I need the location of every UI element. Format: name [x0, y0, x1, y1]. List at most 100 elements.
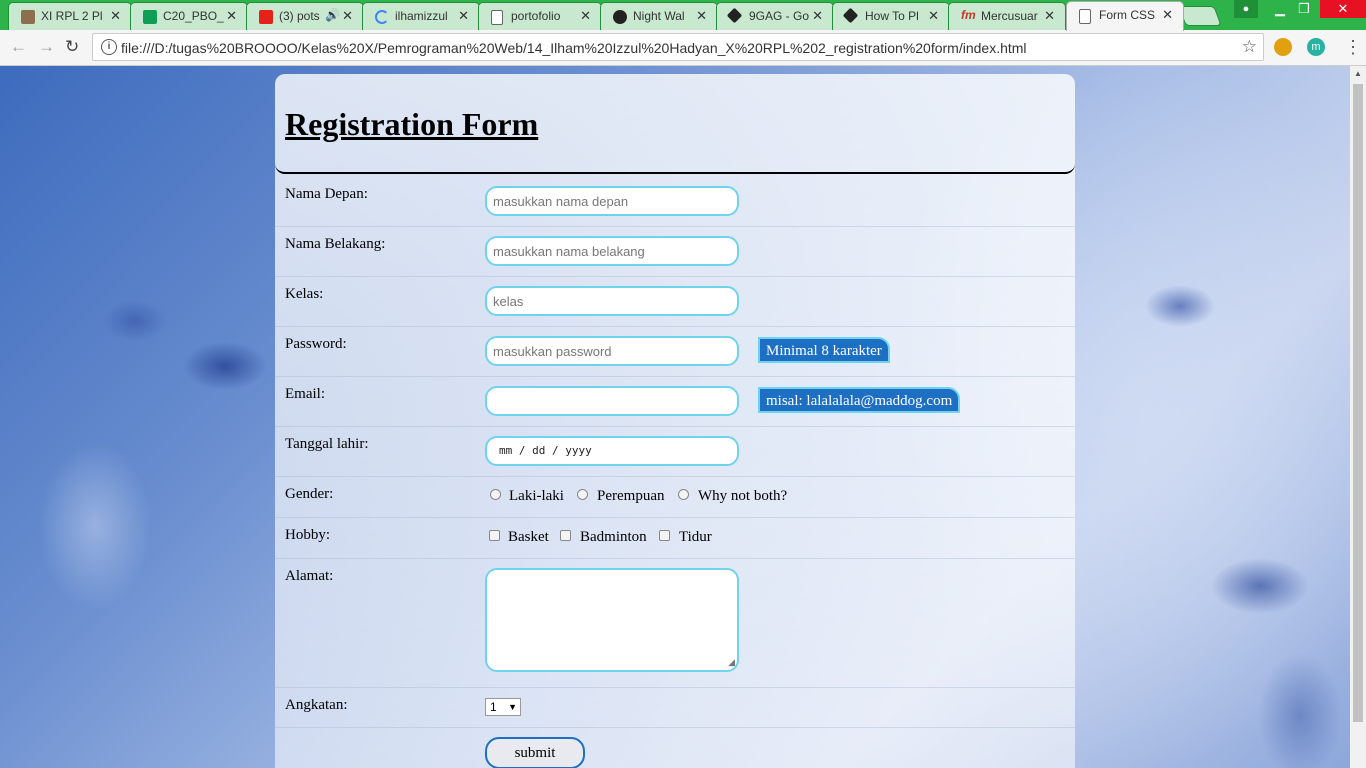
- alamat-textarea[interactable]: ◢: [485, 568, 739, 672]
- browser-toolbar: ← → ↻ i file:///D:/tugas%20BROOOO/Kelas%…: [0, 30, 1366, 66]
- resize-grip-icon[interactable]: ◢: [728, 657, 735, 668]
- password-label: Password:: [285, 336, 347, 352]
- gender-label: Gender:: [285, 486, 334, 502]
- forward-arrow-icon[interactable]: →: [38, 37, 55, 57]
- info-icon[interactable]: i: [101, 39, 117, 55]
- first-name-input[interactable]: [485, 186, 739, 216]
- password-input[interactable]: [485, 336, 739, 366]
- tab-title: Form CSS: [1099, 8, 1156, 22]
- hobby-option-label: Tidur: [679, 529, 712, 545]
- gender-option-label: Perempuan: [597, 488, 665, 504]
- row-email: Email: misal: lalalalala@maddog.com: [275, 376, 1075, 427]
- hobby-checkbox-basket[interactable]: [489, 530, 500, 541]
- menu-kebab-icon[interactable]: ⋮: [1344, 37, 1362, 58]
- close-icon[interactable]: ✕: [342, 8, 353, 24]
- scrollbar[interactable]: ▲: [1350, 66, 1366, 768]
- gender-radio-perempuan[interactable]: [577, 489, 588, 500]
- dropdown-arrow-icon: ▼: [508, 702, 517, 712]
- maximize-button[interactable]: ❐: [1290, 0, 1318, 18]
- close-icon[interactable]: ✕: [226, 8, 237, 24]
- reload-icon[interactable]: ↻: [65, 37, 79, 57]
- row-last-name: Nama Belakang:: [275, 226, 1075, 277]
- tab-portofolio[interactable]: portofolio ✕: [478, 2, 602, 30]
- birthdate-label: Tanggal lahir:: [285, 436, 369, 452]
- close-icon[interactable]: ✕: [696, 8, 707, 24]
- submit-button[interactable]: submit: [485, 737, 585, 768]
- bookmark-star-icon[interactable]: ☆: [1242, 37, 1257, 57]
- tab-title: C20_PBO_: [163, 9, 224, 23]
- email-input[interactable]: [485, 386, 739, 416]
- angkatan-select[interactable]: 1 ▼: [485, 698, 521, 716]
- alamat-label: Alamat:: [285, 568, 334, 584]
- gender-option-label: Why not both?: [698, 488, 788, 504]
- birthdate-input[interactable]: mm / dd / yyyy: [485, 436, 739, 466]
- row-angkatan: Angkatan: 1 ▼: [275, 687, 1075, 728]
- close-icon[interactable]: ✕: [1162, 7, 1173, 23]
- tab-9gag[interactable]: 9GAG - Go ✕: [716, 2, 834, 30]
- email-hint: misal: lalalalala@maddog.com: [758, 387, 961, 413]
- youtube-icon: [259, 10, 273, 24]
- address-bar[interactable]: i file:///D:/tugas%20BROOOO/Kelas%20X/Pe…: [92, 33, 1264, 61]
- user-profile-icon[interactable]: ●: [1234, 0, 1258, 18]
- row-birthdate: Tanggal lahir: mm / dd / yyyy: [275, 426, 1075, 477]
- close-icon[interactable]: ✕: [812, 8, 823, 24]
- document-icon: [1079, 9, 1091, 24]
- tab-xi-rpl[interactable]: XI RPL 2 Pl ✕: [8, 2, 132, 30]
- tab-how-to[interactable]: How To Pl ✕: [832, 2, 950, 30]
- tab-title: How To Pl: [865, 9, 919, 23]
- password-hint: Minimal 8 karakter: [758, 337, 890, 363]
- row-password: Password: Minimal 8 karakter: [275, 326, 1075, 377]
- row-gender: Gender: Laki-laki Perempuan Why not both…: [275, 476, 1075, 518]
- hobby-checkbox-badminton[interactable]: [560, 530, 571, 541]
- url-text[interactable]: file:///D:/tugas%20BROOOO/Kelas%20X/Pemr…: [121, 40, 1027, 56]
- music-icon: [613, 10, 627, 24]
- registration-form: Registration Form Nama Depan: Nama Belak…: [275, 74, 1075, 768]
- extension-m-icon[interactable]: m: [1307, 38, 1325, 56]
- tab-title: ilhamizzul: [395, 9, 448, 23]
- new-tab-button[interactable]: [1178, 6, 1222, 26]
- first-name-label: Nama Depan:: [285, 186, 368, 202]
- kelas-input[interactable]: [485, 286, 739, 316]
- tab-title: 9GAG - Go: [749, 9, 810, 23]
- tab-form-css[interactable]: Form CSS ✕: [1066, 1, 1184, 31]
- loading-icon: [375, 10, 389, 24]
- hobby-checkbox-tidur[interactable]: [659, 530, 670, 541]
- close-icon[interactable]: ✕: [1044, 8, 1055, 24]
- form-header: Registration Form: [275, 74, 1075, 174]
- row-hobby: Hobby: Basket Badminton Tidur: [275, 517, 1075, 559]
- row-alamat: Alamat: ◢: [275, 558, 1075, 688]
- tab-title: XI RPL 2 Pl: [41, 9, 103, 23]
- extension-icon[interactable]: [1274, 38, 1292, 56]
- classroom-icon: [21, 10, 35, 24]
- tab-title: Night Wal: [633, 9, 685, 23]
- angkatan-label: Angkatan:: [285, 697, 348, 713]
- scrollbar-thumb[interactable]: [1353, 84, 1363, 722]
- speaker-icon[interactable]: 🔊: [325, 8, 340, 22]
- gender-radio-laki-laki[interactable]: [490, 489, 501, 500]
- tab-night-walk[interactable]: Night Wal ✕: [600, 2, 718, 30]
- close-icon[interactable]: ✕: [928, 8, 939, 24]
- email-label: Email:: [285, 386, 325, 402]
- tab-mercusuar[interactable]: fm Mercusuar ✕: [948, 2, 1066, 30]
- close-icon[interactable]: ✕: [458, 8, 469, 24]
- scroll-up-arrow-icon[interactable]: ▲: [1350, 66, 1366, 82]
- row-kelas: Kelas:: [275, 276, 1075, 327]
- last-name-input[interactable]: [485, 236, 739, 266]
- tab-strip: XI RPL 2 Pl ✕ C20_PBO_ ✕ (3) pots 🔊 ✕ il…: [0, 0, 1366, 31]
- tab-c20-pbo[interactable]: C20_PBO_ ✕: [130, 2, 248, 30]
- back-arrow-icon[interactable]: ←: [10, 37, 27, 57]
- tab-title: Mercusuar: [981, 9, 1038, 23]
- 9gag-icon: [842, 7, 859, 24]
- document-icon: [491, 10, 503, 25]
- close-icon[interactable]: ✕: [580, 8, 591, 24]
- tab-title: portofolio: [511, 9, 561, 23]
- 9gag-icon: [726, 7, 743, 24]
- gender-option-label: Laki-laki: [509, 488, 564, 504]
- close-icon[interactable]: ✕: [110, 8, 121, 24]
- page-title: Registration Form: [285, 106, 539, 142]
- tab-youtube[interactable]: (3) pots 🔊 ✕: [246, 2, 364, 30]
- tab-ilhamizzul[interactable]: ilhamizzul ✕: [362, 2, 480, 30]
- gender-radio-both[interactable]: [678, 489, 689, 500]
- window-close-button[interactable]: ✕: [1320, 0, 1366, 18]
- hobby-label: Hobby:: [285, 527, 330, 543]
